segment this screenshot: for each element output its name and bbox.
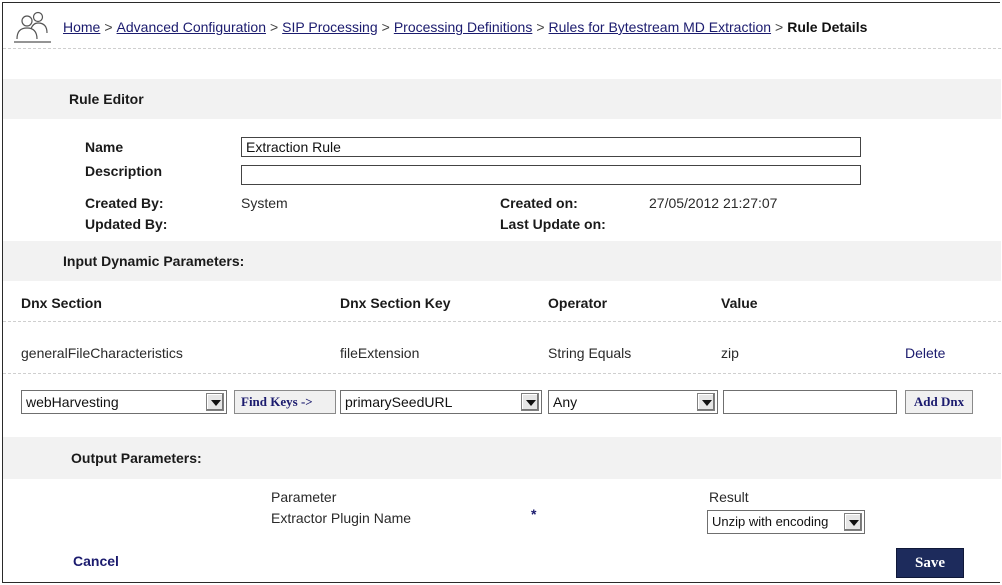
output-params-section: Output Parameters: xyxy=(3,437,1001,479)
delete-link[interactable]: Delete xyxy=(905,345,945,361)
divider xyxy=(3,321,1001,322)
value-input[interactable] xyxy=(723,390,897,414)
breadcrumb-processing-definitions[interactable]: Processing Definitions xyxy=(394,19,533,35)
created-on-value: 27/05/2012 21:27:07 xyxy=(649,195,778,211)
breadcrumb-advanced-configuration[interactable]: Advanced Configuration xyxy=(117,19,266,35)
save-button[interactable]: Save xyxy=(896,548,964,578)
last-update-label: Last Update on: xyxy=(500,216,606,232)
section-title: Output Parameters: xyxy=(71,450,202,466)
extractor-plugin-select[interactable]: Unzip with encoding xyxy=(707,510,865,534)
find-keys-button[interactable]: Find Keys -> xyxy=(234,390,336,414)
required-marker: * xyxy=(531,506,537,522)
users-logo-icon xyxy=(14,11,51,43)
col-dnx-section-key: Dnx Section Key xyxy=(340,295,451,311)
created-by-value: System xyxy=(241,195,288,211)
breadcrumb: Home > Advanced Configuration > SIP Processi… xyxy=(63,19,867,35)
col-value: Value xyxy=(721,295,758,311)
operator-select[interactable]: Any xyxy=(548,390,718,414)
breadcrumb-separator: > xyxy=(536,19,545,35)
cancel-link[interactable]: Cancel xyxy=(73,553,119,569)
divider xyxy=(3,48,1001,49)
row-dnx-section: generalFileCharacteristics xyxy=(21,345,183,361)
section-title: Rule Editor xyxy=(69,91,144,107)
page-frame: Home > Advanced Configuration > SIP Processi… xyxy=(2,2,1001,583)
section-title: Input Dynamic Parameters: xyxy=(63,253,245,269)
breadcrumb-separator: > xyxy=(269,19,279,35)
select-value: primarySeedURL xyxy=(345,394,453,410)
breadcrumb-separator: > xyxy=(381,19,390,35)
rule-editor-section: Rule Editor xyxy=(3,79,1001,119)
updated-by-label: Updated By: xyxy=(85,216,168,232)
chevron-down-icon[interactable] xyxy=(844,513,862,531)
dnx-section-select[interactable]: webHarvesting xyxy=(21,390,227,414)
input-params-section: Input Dynamic Parameters: xyxy=(3,241,1001,281)
select-value: Unzip with encoding xyxy=(712,514,829,529)
chevron-down-icon[interactable] xyxy=(206,393,224,411)
breadcrumb-separator: > xyxy=(775,19,784,35)
header: Home > Advanced Configuration > SIP Processi… xyxy=(3,3,1001,51)
breadcrumb-home[interactable]: Home xyxy=(63,19,100,35)
add-dnx-button[interactable]: Add Dnx xyxy=(905,390,973,414)
select-value: Any xyxy=(553,394,578,410)
chevron-down-icon[interactable] xyxy=(697,393,715,411)
description-label: Description xyxy=(85,163,163,179)
row-dnx-section-key: fileExtension xyxy=(340,345,420,361)
row-value: zip xyxy=(721,345,739,361)
breadcrumb-separator: > xyxy=(104,19,113,35)
breadcrumb-current: Rule Details xyxy=(787,19,868,35)
chevron-down-icon[interactable] xyxy=(521,393,539,411)
divider xyxy=(3,373,1001,374)
created-by-label: Created By: xyxy=(85,195,164,211)
col-dnx-section: Dnx Section xyxy=(21,295,102,311)
select-value: webHarvesting xyxy=(26,394,119,410)
parameter-header: Parameter xyxy=(271,489,337,505)
created-on-label: Created on: xyxy=(500,195,578,211)
dnx-section-key-select[interactable]: primarySeedURL xyxy=(340,390,542,414)
breadcrumb-sip-processing[interactable]: SIP Processing xyxy=(282,19,377,35)
result-header: Result xyxy=(709,489,749,505)
extractor-plugin-label: Extractor Plugin Name xyxy=(271,510,412,526)
name-label: Name xyxy=(85,139,124,155)
row-operator: String Equals xyxy=(548,345,632,361)
breadcrumb-rules-bytestream[interactable]: Rules for Bytestream MD Extraction xyxy=(549,19,772,35)
name-input[interactable] xyxy=(241,137,861,157)
description-input[interactable] xyxy=(241,165,861,185)
col-operator: Operator xyxy=(548,295,608,311)
